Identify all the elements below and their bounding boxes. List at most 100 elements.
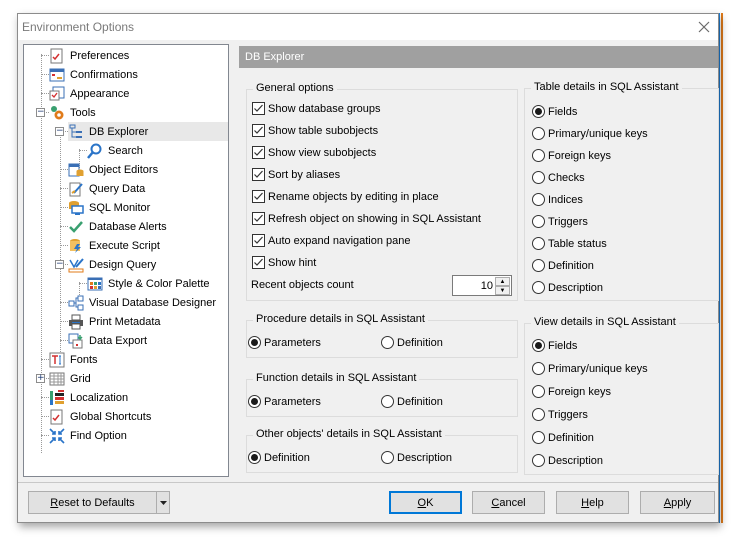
tree-item-label: Execute Script	[89, 239, 160, 252]
radio-unselected-icon[interactable]	[381, 451, 394, 464]
recent-objects-count-value[interactable]: 10	[481, 280, 493, 292]
checkbox-rename-objects-by-editing-in-place[interactable]: Rename objects by editing in place	[252, 190, 439, 203]
radio-unselected-icon[interactable]	[532, 408, 545, 421]
tree-item-database-alerts[interactable]: Database Alerts	[68, 217, 170, 236]
radio-unselected-icon[interactable]	[532, 215, 545, 228]
checkbox-show-table-subobjects[interactable]: Show table subobjects	[252, 124, 378, 137]
radio-unselected-icon[interactable]	[532, 127, 545, 140]
procedure-radio-parameters[interactable]: Parameters	[248, 336, 321, 349]
checkbox-checked-icon[interactable]	[252, 102, 265, 115]
table-radio-triggers[interactable]: Triggers	[532, 215, 588, 228]
radio-unselected-icon[interactable]	[532, 149, 545, 162]
table-radio-table-status[interactable]: Table status	[532, 237, 607, 250]
radio-selected-icon[interactable]	[248, 395, 261, 408]
tree-item-execute-script[interactable]: Execute Script	[68, 236, 163, 255]
expand-toggle[interactable]: +	[36, 374, 45, 383]
tree-item-grid[interactable]: Grid	[49, 369, 94, 388]
checkbox-show-view-subobjects[interactable]: Show view subobjects	[252, 146, 376, 159]
tree-item-design-query[interactable]: Design Query	[68, 255, 159, 274]
radio-unselected-icon[interactable]	[532, 385, 545, 398]
view-radio-definition[interactable]: Definition	[532, 431, 594, 444]
radio-unselected-icon[interactable]	[532, 259, 545, 272]
radio-dot	[251, 339, 258, 346]
radio-unselected-icon[interactable]	[532, 193, 545, 206]
radio-unselected-icon[interactable]	[532, 454, 545, 467]
radio-label: Foreign keys	[548, 149, 611, 162]
tree-item-db-explorer[interactable]: DB Explorer	[68, 122, 228, 141]
tree-item-fonts[interactable]: Fonts	[49, 350, 101, 369]
radio-selected-icon[interactable]	[248, 336, 261, 349]
checkbox-show-hint[interactable]: Show hint	[252, 256, 316, 269]
checkbox-checked-icon[interactable]	[252, 234, 265, 247]
tree-item-preferences[interactable]: Preferences	[49, 46, 132, 65]
table-radio-indices[interactable]: Indices	[532, 193, 583, 206]
tree-item-appearance[interactable]: Appearance	[49, 84, 132, 103]
tree-item-print-metadata[interactable]: Print Metadata	[68, 312, 164, 331]
tree-item-visual-database-designer[interactable]: Visual Database Designer	[68, 293, 219, 312]
table-radio-foreign-keys[interactable]: Foreign keys	[532, 149, 611, 162]
tree-item-confirmations[interactable]: Confirmations	[49, 65, 141, 84]
checkbox-refresh-object-on-showing-in-sql-assistant[interactable]: Refresh object on showing in SQL Assista…	[252, 212, 481, 225]
tree-item-tools[interactable]: Tools	[49, 103, 99, 122]
view-radio-foreign-keys[interactable]: Foreign keys	[532, 385, 611, 398]
tree-item-search[interactable]: Search	[87, 141, 146, 160]
radio-unselected-icon[interactable]	[381, 336, 394, 349]
checkbox-checked-icon[interactable]	[252, 212, 265, 225]
checkbox-sort-by-aliases[interactable]: Sort by aliases	[252, 168, 340, 181]
radio-unselected-icon[interactable]	[532, 171, 545, 184]
checkbox-auto-expand-navigation-pane[interactable]: Auto expand navigation pane	[252, 234, 411, 247]
table-radio-description[interactable]: Description	[532, 281, 603, 294]
tree-item-localization[interactable]: Localization	[49, 388, 131, 407]
apply-button[interactable]: Apply	[640, 491, 715, 514]
tree-item-global-shortcuts[interactable]: Global Shortcuts	[49, 407, 154, 426]
radio-unselected-icon[interactable]	[532, 237, 545, 250]
tree-item-style-color-palette[interactable]: Style & Color Palette	[87, 274, 213, 293]
table-radio-fields[interactable]: Fields	[532, 105, 577, 118]
table-radio-definition[interactable]: Definition	[532, 259, 594, 272]
checkbox-checked-icon[interactable]	[252, 190, 265, 203]
tree-item-sql-monitor[interactable]: SQL Monitor	[68, 198, 153, 217]
tree-item-data-export[interactable]: Data Export	[68, 331, 150, 350]
reset-dropdown-button[interactable]	[156, 491, 170, 514]
other-radio-definition[interactable]: Definition	[248, 451, 310, 464]
table-radio-checks[interactable]: Checks	[532, 171, 585, 184]
radio-unselected-icon[interactable]	[532, 281, 545, 294]
table-details-title: Table details in SQL Assistant	[531, 81, 682, 93]
checkbox-checked-icon[interactable]	[252, 168, 265, 181]
help-button[interactable]: Help	[556, 491, 629, 514]
radio-selected-icon[interactable]	[532, 105, 545, 118]
table-radio-primary-unique-keys[interactable]: Primary/unique keys	[532, 127, 648, 140]
view-radio-primary-unique-keys[interactable]: Primary/unique keys	[532, 362, 648, 375]
spin-down-button[interactable]: ▼	[495, 286, 510, 295]
view-radio-triggers[interactable]: Triggers	[532, 408, 588, 421]
function-radio-definition[interactable]: Definition	[381, 395, 443, 408]
radio-unselected-icon[interactable]	[381, 395, 394, 408]
collapse-toggle[interactable]: −	[55, 127, 64, 136]
reset-to-defaults-button[interactable]: Reset to Defaults	[28, 491, 157, 514]
procedure-radio-definition[interactable]: Definition	[381, 336, 443, 349]
checkbox-show-database-groups[interactable]: Show database groups	[252, 102, 381, 115]
cancel-button[interactable]: Cancel	[472, 491, 545, 514]
radio-label: Indices	[548, 193, 583, 206]
tree-item-query-data[interactable]: Query Data	[68, 179, 148, 198]
spin-up-button[interactable]: ▲	[495, 277, 510, 286]
tree-item-find-option[interactable]: Find Option	[49, 426, 130, 445]
view-radio-description[interactable]: Description	[532, 454, 603, 467]
radio-selected-icon[interactable]	[532, 339, 545, 352]
radio-selected-icon[interactable]	[248, 451, 261, 464]
ok-button[interactable]: OK	[389, 491, 462, 514]
recent-objects-count-spinner[interactable]: 10 ▲ ▼	[452, 275, 512, 296]
checkbox-checked-icon[interactable]	[252, 146, 265, 159]
checkbox-checked-icon[interactable]	[252, 124, 265, 137]
tree-item-object-editors[interactable]: Object Editors	[68, 160, 161, 179]
function-radio-parameters[interactable]: Parameters	[248, 395, 321, 408]
close-button[interactable]	[692, 16, 716, 38]
title-bar: Environment Options	[18, 14, 718, 40]
view-radio-fields[interactable]: Fields	[532, 339, 577, 352]
radio-unselected-icon[interactable]	[532, 362, 545, 375]
collapse-toggle[interactable]: −	[36, 108, 45, 117]
radio-unselected-icon[interactable]	[532, 431, 545, 444]
other-radio-description[interactable]: Description	[381, 451, 452, 464]
collapse-toggle[interactable]: −	[55, 260, 64, 269]
checkbox-checked-icon[interactable]	[252, 256, 265, 269]
